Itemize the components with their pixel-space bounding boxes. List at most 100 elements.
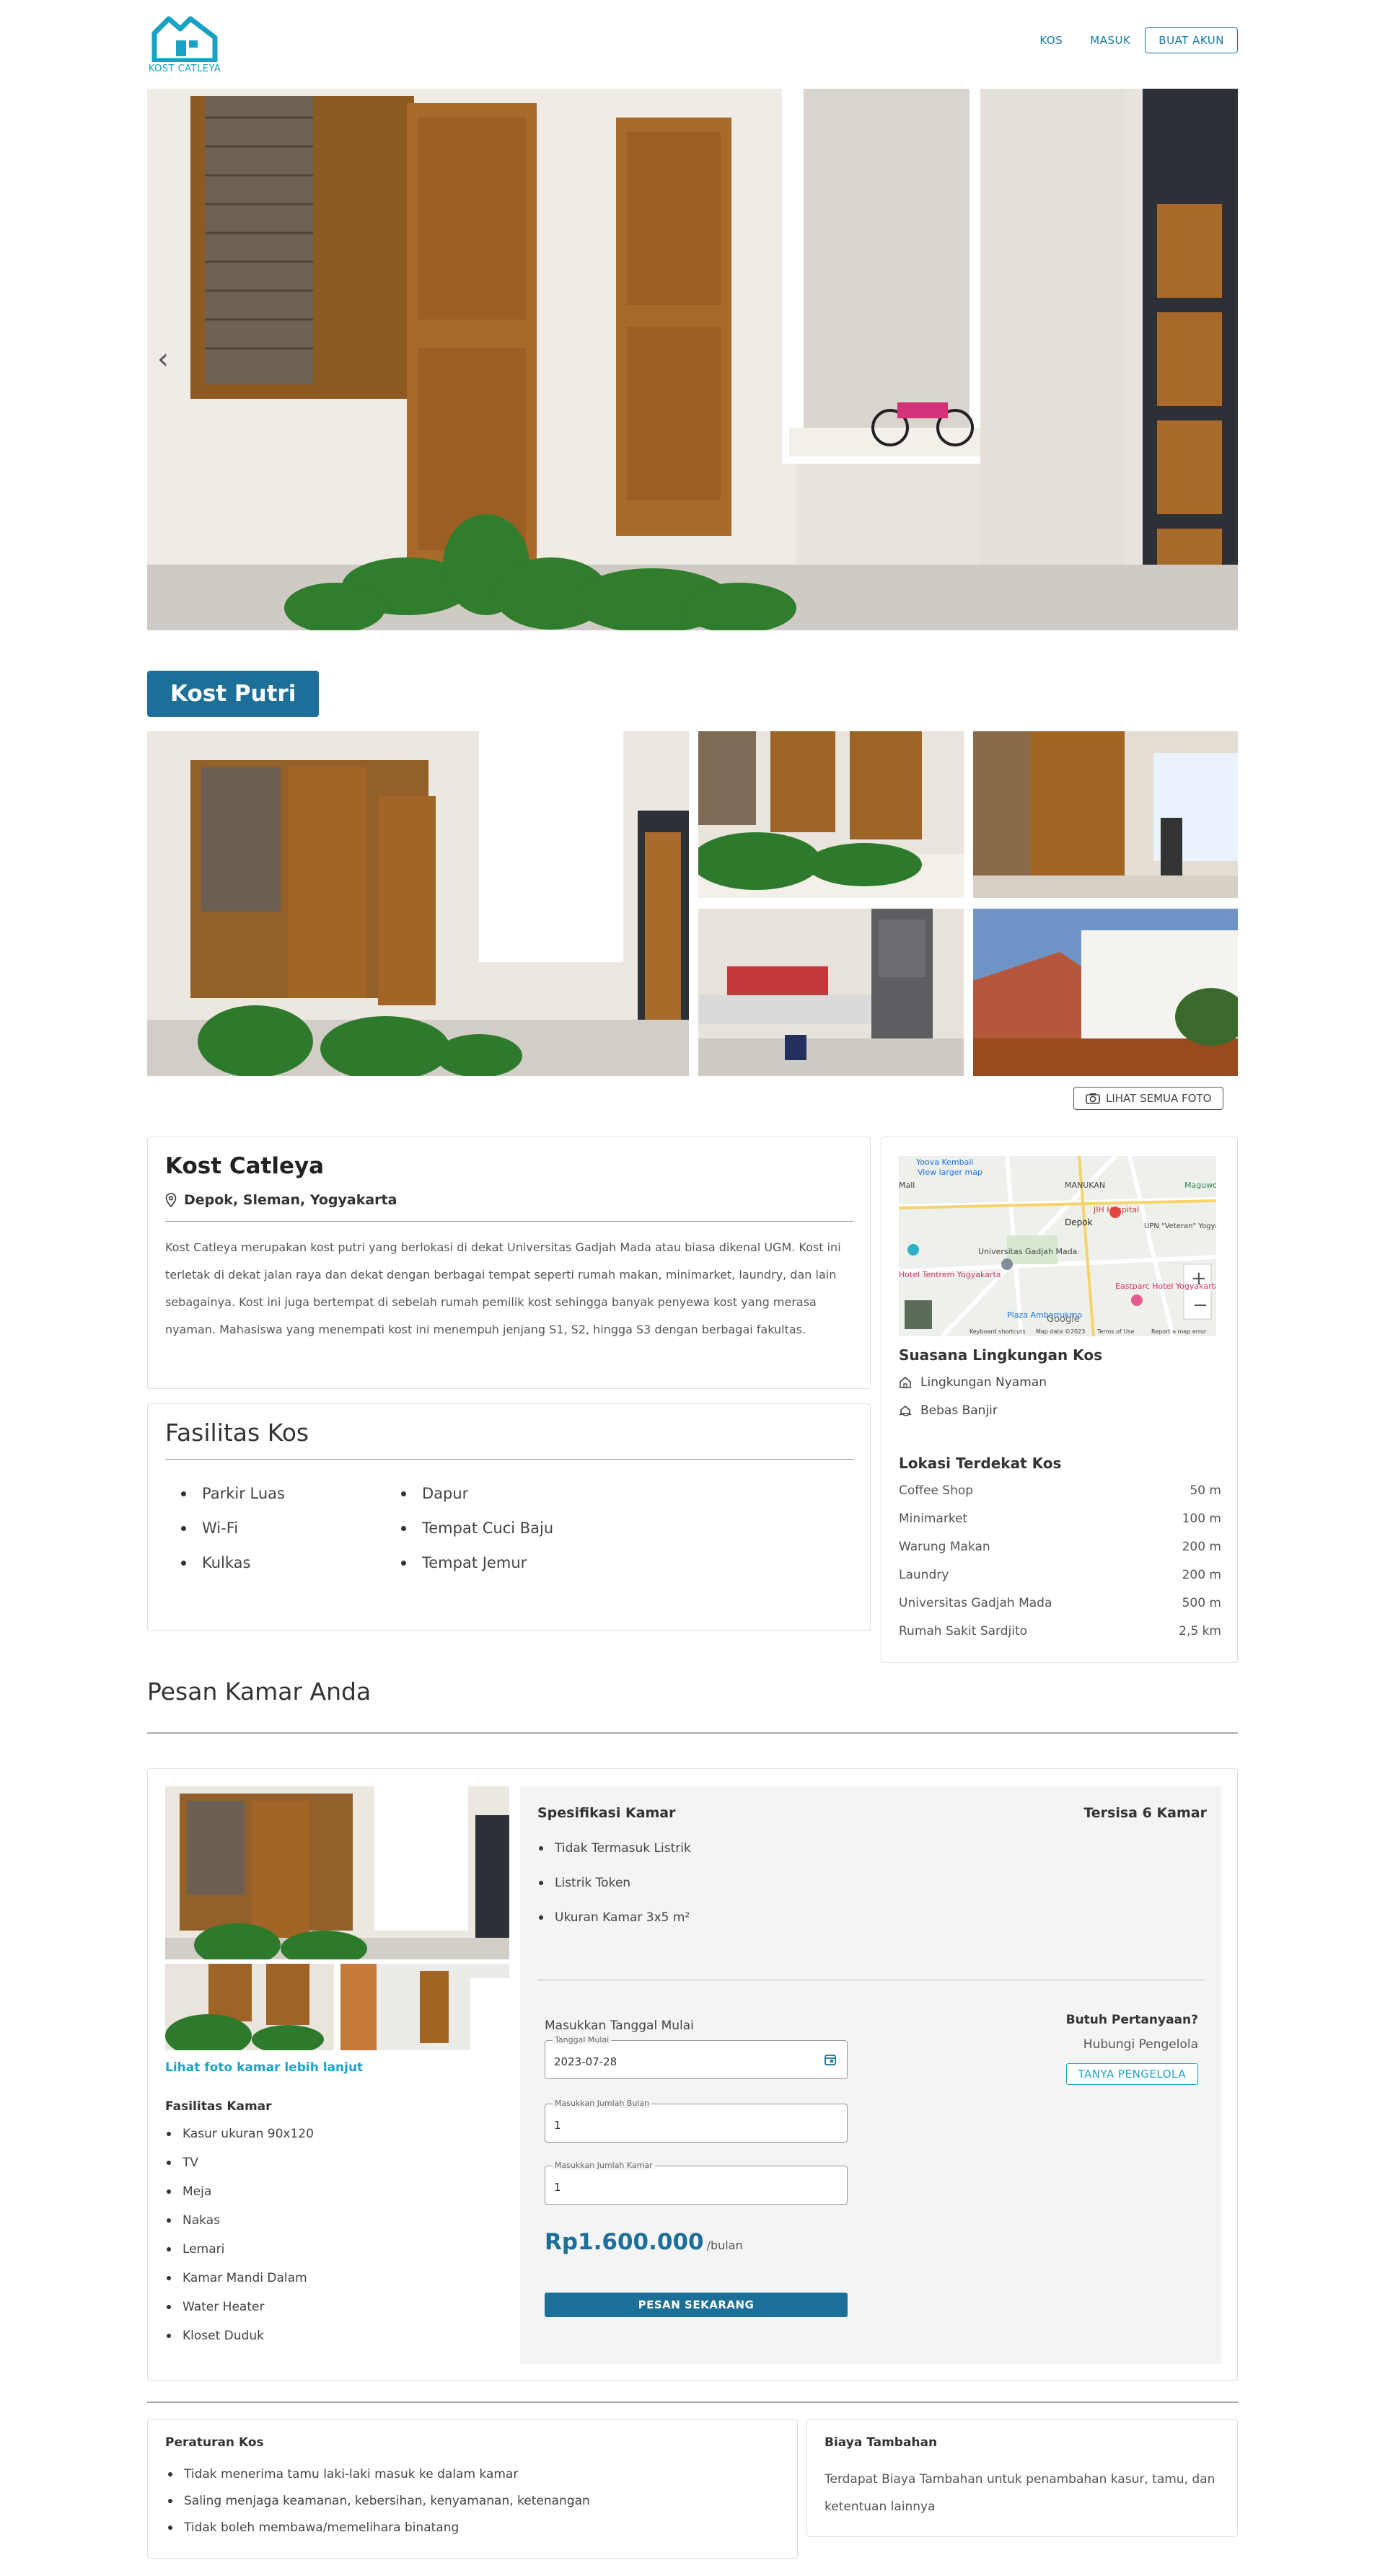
gallery-photo-2[interactable]: [698, 731, 964, 898]
nearby-name: Rumah Sakit Sardjito: [899, 1624, 1028, 1638]
home-icon: [900, 1376, 911, 1388]
months-field[interactable]: Masukkan Jumlah Bulan 1: [545, 2099, 848, 2143]
property-description: Kost Catleya merupakan kost putri yang b…: [165, 1240, 841, 1336]
start-date-field-label: Tanggal Mulai: [553, 2035, 612, 2045]
room-facility-item: Meja: [167, 2184, 314, 2199]
facility-item: Parkir Luas: [177, 1485, 397, 1502]
create-account-button[interactable]: BUAT AKUN: [1145, 27, 1238, 53]
price: Rp1.600.000 /bulan: [545, 2229, 743, 2255]
extra-fees-text: Terdapat Biaya Tambahan untuk penambahan…: [825, 2472, 1215, 2514]
room-spec-panel: Spesifikasi Kamar Tersisa 6 Kamar Tidak …: [520, 1786, 1221, 2364]
nearby-name: Universitas Gadjah Mada: [899, 1596, 1052, 1610]
see-all-photos-button[interactable]: LIHAT SEMUA FOTO: [1073, 1087, 1224, 1110]
gallery-photo-5[interactable]: [973, 909, 1238, 1076]
room-photo-3[interactable]: [340, 1964, 509, 2050]
extra-fees-card: Biaya Tambahan Terdapat Biaya Tambahan u…: [806, 2419, 1238, 2537]
question-subtitle: Hubungi Pengelola: [1083, 2037, 1198, 2052]
nearby-distance: 2,5 km: [1179, 1624, 1221, 1638]
header: KOST CATLEYA KOS MASUK BUAT AKUN: [147, 0, 1238, 79]
booking-card: Lihat foto kamar lebih lanjut Fasilitas …: [147, 1768, 1238, 2381]
environment-title: Suasana Lingkungan Kos: [899, 1346, 1102, 1364]
start-date-field[interactable]: Tanggal Mulai 2023-07-28: [545, 2035, 848, 2079]
map-label: Keyboard shortcuts: [970, 1328, 1025, 1335]
price-unit: /bulan: [706, 2238, 743, 2252]
nearby-name: Minimarket: [899, 1512, 968, 1526]
rules-list: Tidak menerima tamu laki-laki masuk ke d…: [168, 2467, 590, 2535]
nearby-distance: 100 m: [1182, 1512, 1221, 1526]
rooms-field[interactable]: Masukkan Jumlah Kamar 1: [545, 2161, 848, 2205]
map-label: Terms of Use: [1096, 1328, 1134, 1335]
facility-item: Dapur: [397, 1485, 613, 1502]
booking-title: Pesan Kamar Anda: [147, 1677, 371, 1706]
hero-carousel[interactable]: ‹: [147, 89, 1238, 630]
room-photo-2[interactable]: [165, 1964, 334, 2050]
see-all-photos-label: LIHAT SEMUA FOTO: [1106, 1092, 1212, 1105]
hero-photo: [147, 89, 1238, 630]
gallery-photo-main[interactable]: [147, 731, 689, 1076]
environment-item-label: Lingkungan Nyaman: [920, 1375, 1047, 1390]
map-embed[interactable]: + − Yoova Kembali View larger map MANUKA…: [899, 1156, 1216, 1336]
facilities-list: Parkir Luas Dapur Wi-Fi Tempat Cuci Baju…: [177, 1485, 613, 1571]
nearby-distance: 500 m: [1182, 1596, 1221, 1610]
map-label: Map data ©2023: [1036, 1328, 1085, 1335]
nearby-row: Minimarket 100 m: [899, 1512, 1221, 1540]
environment-item: Lingkungan Nyaman: [899, 1375, 1047, 1390]
divider: [165, 1459, 854, 1460]
room-facilities-title: Fasilitas Kamar: [165, 2099, 272, 2114]
map-image: + − Yoova Kembali View larger map MANUKA…: [899, 1156, 1216, 1336]
rule-item: Saling menjaga keamanan, kebersihan, ken…: [168, 2494, 590, 2508]
carousel-prev-icon[interactable]: ‹: [157, 343, 169, 376]
room-photo-3-image: [340, 1964, 509, 2050]
map-label: Mall: [899, 1181, 915, 1190]
divider: [165, 1221, 854, 1222]
location-pin-icon: [165, 1193, 177, 1207]
nav-kos-link[interactable]: KOS: [1039, 34, 1063, 47]
nearby-row: Universitas Gadjah Mada 500 m: [899, 1596, 1221, 1624]
order-now-button[interactable]: PESAN SEKARANG: [545, 2293, 848, 2317]
months-value: 1: [554, 2119, 561, 2132]
nav: KOS MASUK BUAT AKUN: [1012, 27, 1238, 53]
gallery-photo-3-image: [973, 731, 1238, 898]
nearby-distance: 200 m: [1182, 1568, 1221, 1582]
rooms-value: 1: [554, 2181, 561, 2194]
property-type-badge: Kost Putri: [147, 671, 320, 717]
gallery-photo-4[interactable]: [698, 909, 964, 1076]
divider: [147, 2401, 1238, 2403]
nearby-list: Coffee Shop 50 m Minimarket 100 m Warung M…: [899, 1483, 1221, 1652]
facility-item: Wi-Fi: [177, 1519, 397, 1537]
house-logo-icon: [151, 16, 218, 62]
start-date-value: 2023-07-28: [554, 2055, 617, 2068]
property-info-card: Kost Catleya Depok, Sleman, Yogyakarta K…: [147, 1137, 871, 1389]
map-label: Hotel Tentrem Yogyakarta: [899, 1270, 1001, 1279]
rooms-remaining: Tersisa 6 Kamar: [1083, 1805, 1207, 1821]
gallery-photo-main-image: [147, 731, 689, 1076]
map-label: JIH Hospital: [1093, 1205, 1139, 1214]
facility-item: Tempat Cuci Baju: [397, 1519, 613, 1537]
ask-manager-button[interactable]: TANYA PENGELOLA: [1065, 2063, 1198, 2085]
room-photo-main-image: [165, 1786, 509, 1959]
nav-masuk-link[interactable]: MASUK: [1090, 34, 1130, 47]
rule-item: Tidak menerima tamu laki-laki masuk ke d…: [168, 2467, 590, 2482]
svg-text:−: −: [1192, 1294, 1208, 1316]
gallery-photo-5-image: [973, 909, 1238, 1076]
price-value: Rp1.600.000: [545, 2229, 704, 2255]
map-label: Universitas Gadjah Mada: [978, 1247, 1077, 1256]
room-facilities-list: Kasur ukuran 90x120 TV Meja Nakas Lemari…: [167, 2127, 314, 2343]
room-facility-item: Lemari: [167, 2242, 314, 2257]
gallery-photo-3[interactable]: [973, 731, 1238, 898]
facilities-title: Fasilitas Kos: [165, 1419, 309, 1447]
more-room-photos-link[interactable]: Lihat foto kamar lebih lanjut: [165, 2060, 363, 2075]
environment-item: Bebas Banjir: [899, 1403, 998, 1418]
room-photo-main[interactable]: [165, 1786, 509, 1959]
nearby-row: Rumah Sakit Sardjito 2,5 km: [899, 1624, 1221, 1652]
spec-title: Spesifikasi Kamar: [537, 1805, 676, 1821]
room-photo-2-image: [165, 1964, 334, 2050]
calendar-icon[interactable]: [824, 2053, 837, 2066]
photo-gallery: [147, 731, 1238, 1076]
map-label: Maguwo: [1184, 1181, 1216, 1190]
logo[interactable]: KOST CATLEYA: [147, 10, 222, 74]
room-facility-item: Water Heater: [167, 2300, 314, 2314]
rooms-field-label: Masukkan Jumlah Kamar: [553, 2161, 655, 2170]
property-location: Depok, Sleman, Yogyakarta: [165, 1192, 397, 1208]
question-title: Butuh Pertanyaan?: [1065, 2013, 1198, 2027]
